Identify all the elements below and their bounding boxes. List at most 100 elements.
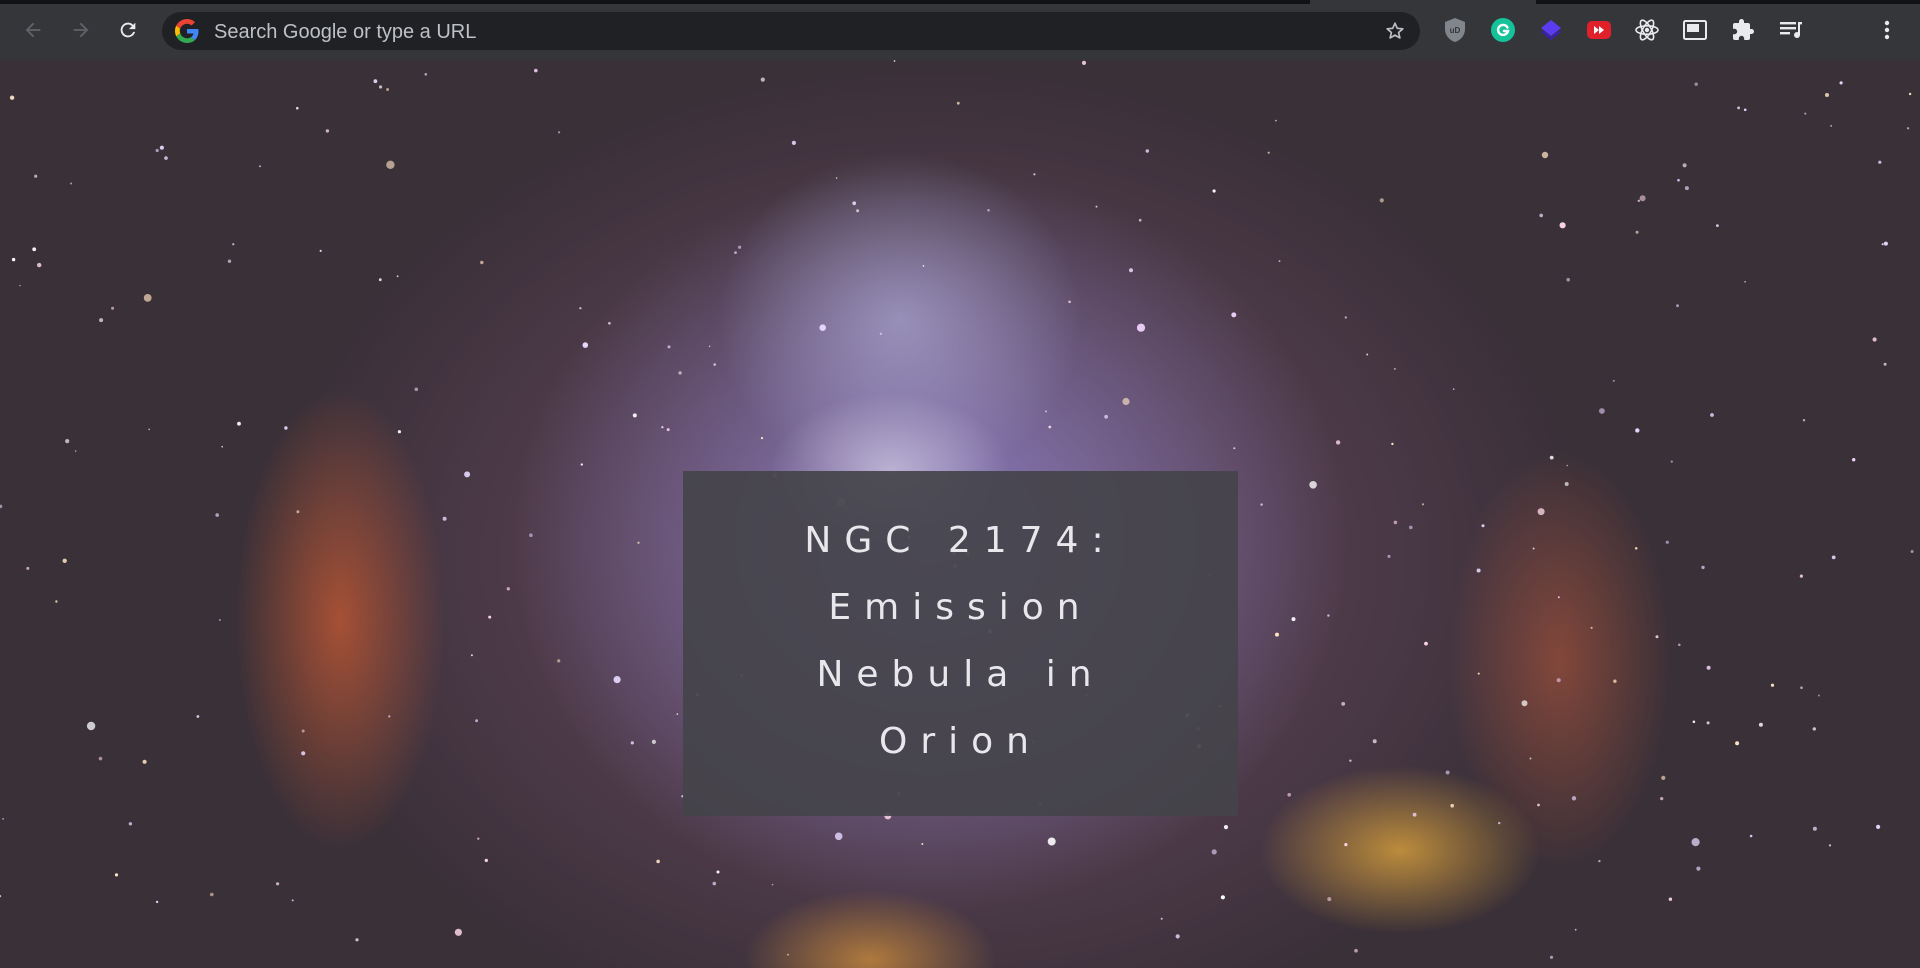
star — [1598, 859, 1601, 863]
star — [11, 257, 16, 262]
star — [396, 275, 399, 278]
star — [1138, 218, 1142, 222]
media-controls-icon[interactable] — [1777, 16, 1805, 44]
star — [484, 858, 488, 863]
star — [893, 60, 896, 62]
chrome-menu-button[interactable] — [1873, 16, 1901, 44]
star — [1477, 672, 1480, 675]
star — [1706, 665, 1711, 670]
star — [630, 741, 634, 745]
star — [835, 177, 838, 179]
star — [1047, 837, 1056, 846]
star — [1327, 614, 1330, 617]
star — [1701, 565, 1705, 570]
star — [414, 387, 419, 392]
star — [1881, 243, 1884, 246]
star — [1694, 82, 1698, 86]
star — [99, 318, 104, 323]
star — [656, 859, 660, 864]
star — [1160, 917, 1163, 920]
star — [1812, 727, 1817, 731]
star — [1804, 112, 1807, 115]
star — [678, 371, 682, 375]
layers-extension-icon[interactable] — [1537, 16, 1565, 44]
youtube-fast-forward-icon[interactable] — [1585, 16, 1613, 44]
star — [1634, 547, 1638, 550]
react-devtools-icon[interactable] — [1633, 16, 1661, 44]
star — [1549, 455, 1554, 460]
grammarly-icon[interactable] — [1489, 16, 1517, 44]
address-bar[interactable] — [162, 12, 1420, 52]
star — [276, 882, 280, 886]
star — [1557, 596, 1560, 599]
star — [111, 306, 115, 310]
star — [1670, 460, 1673, 463]
star — [1566, 464, 1569, 467]
star — [1532, 547, 1535, 550]
picture-in-picture-icon[interactable] — [1681, 16, 1709, 44]
star — [1613, 679, 1617, 683]
star — [397, 430, 401, 434]
star — [1692, 720, 1696, 724]
star — [1737, 106, 1740, 110]
back-button[interactable] — [15, 12, 51, 48]
star — [284, 426, 288, 430]
star — [1637, 199, 1641, 202]
star — [1539, 213, 1543, 218]
star — [1212, 189, 1216, 193]
star — [579, 307, 582, 310]
star — [1349, 759, 1352, 762]
star — [1344, 843, 1348, 847]
star — [632, 413, 637, 418]
star — [480, 260, 484, 265]
star — [1129, 268, 1133, 273]
star — [1665, 540, 1669, 544]
star — [1275, 119, 1277, 122]
star — [1706, 721, 1710, 725]
star — [0, 504, 3, 509]
star — [582, 342, 589, 348]
star — [1309, 481, 1317, 489]
title-overlay-box: NGC 2174: Emission Nebula in Orion — [683, 471, 1238, 816]
star — [734, 251, 737, 255]
star — [128, 822, 133, 826]
star — [1275, 632, 1279, 637]
star — [2, 818, 4, 820]
star — [608, 322, 611, 325]
ublock-origin-icon[interactable]: uD — [1441, 16, 1469, 44]
star — [291, 899, 294, 902]
star — [1883, 362, 1887, 366]
star — [210, 892, 214, 897]
star — [738, 245, 742, 249]
star — [164, 156, 168, 160]
star — [557, 659, 561, 663]
star — [296, 106, 299, 110]
star — [355, 938, 359, 942]
star — [1635, 230, 1639, 234]
forward-button[interactable] — [63, 12, 99, 48]
star — [1872, 337, 1877, 342]
star — [215, 513, 219, 517]
star — [1852, 458, 1856, 462]
reload-button[interactable] — [110, 12, 146, 48]
star — [1372, 739, 1377, 744]
star — [1684, 186, 1689, 191]
star — [1599, 408, 1605, 414]
address-input[interactable] — [212, 12, 1316, 52]
star — [637, 541, 640, 544]
star — [488, 615, 492, 619]
star — [74, 450, 77, 452]
star — [716, 870, 720, 874]
star-icon — [1386, 22, 1404, 39]
star — [1660, 797, 1664, 801]
star — [613, 676, 621, 684]
star — [1825, 93, 1829, 97]
extensions-puzzle-icon[interactable] — [1729, 16, 1757, 44]
star — [1122, 397, 1130, 406]
star — [1450, 803, 1454, 808]
star — [1233, 447, 1236, 450]
star — [1145, 149, 1150, 153]
bookmark-star-button[interactable] — [1380, 16, 1410, 46]
star — [1104, 414, 1108, 419]
star — [1344, 316, 1348, 319]
